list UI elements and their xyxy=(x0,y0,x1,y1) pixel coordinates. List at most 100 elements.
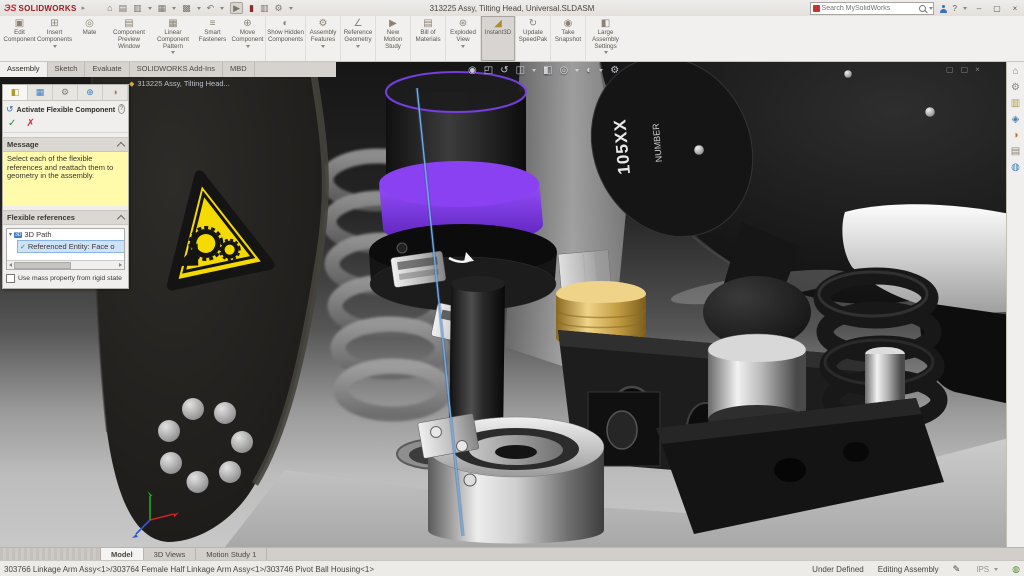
options-gear-icon[interactable]: ⚙ xyxy=(275,3,283,13)
assembly-features-button[interactable]: ⚙ Assembly Features xyxy=(305,16,340,61)
insert-components-button[interactable]: ⊞ Insert Components xyxy=(37,16,72,61)
mate-button[interactable]: ◎ Mate xyxy=(72,16,107,61)
zoom-to-fit-icon[interactable]: ◉ xyxy=(468,65,477,76)
user-account-icon[interactable] xyxy=(940,9,947,13)
help-icon[interactable]: ? xyxy=(953,4,957,13)
ok-button[interactable]: ✓ xyxy=(8,118,16,129)
take-snapshot-button[interactable]: ◉ Take Snapshot xyxy=(550,16,585,61)
close-button[interactable]: × xyxy=(1009,4,1021,13)
search-box[interactable] xyxy=(810,2,934,15)
doc-close-icon[interactable]: × xyxy=(975,65,980,74)
help-circle-icon[interactable]: ? xyxy=(118,104,125,114)
dropdown-caret-icon[interactable] xyxy=(604,51,608,54)
view-settings-icon[interactable]: ⚙ xyxy=(610,65,619,76)
tree-node-referenced-entity[interactable]: ✓ Referenced Entity: Face o xyxy=(17,240,125,253)
unit-system-label[interactable]: IPS xyxy=(976,565,989,574)
featuremanager-tree-tab-icon[interactable]: ◧ xyxy=(3,85,28,100)
previous-view-icon[interactable]: ↺ xyxy=(500,65,508,76)
new-document-icon[interactable]: ▤ xyxy=(119,3,128,13)
home-icon[interactable]: ⌂ xyxy=(107,3,112,13)
dropdown-caret-icon[interactable] xyxy=(461,45,465,48)
graphics-viewport[interactable]: 105XX NUMBER xyxy=(0,62,1024,547)
status-globe-icon[interactable]: ◍ xyxy=(1012,564,1020,575)
scrollbar-thumb[interactable] xyxy=(14,262,71,269)
show-hidden-components-button[interactable]: ◐ Show Hidden Components xyxy=(265,16,305,61)
menu-flyout-icon[interactable]: ▸ xyxy=(82,4,86,12)
section-view-icon[interactable]: ◫ xyxy=(516,65,525,76)
tree-node-path[interactable]: ▾ 3D 3D Path xyxy=(7,229,124,240)
restore-button[interactable]: ▢ xyxy=(991,4,1003,13)
print-icon[interactable]: ▩ xyxy=(182,3,191,13)
file-explorer-icon[interactable]: ◈ xyxy=(1012,114,1020,125)
reference-geometry-button[interactable]: ∠ Reference Geometry xyxy=(340,16,375,61)
displaymanager-tab-icon[interactable]: ◑ xyxy=(103,85,128,100)
markup-icon[interactable]: ▮ xyxy=(249,3,254,13)
move-component-button[interactable]: ⊕ Move Component xyxy=(230,16,265,61)
custom-properties-icon[interactable]: ▤ xyxy=(1011,146,1020,157)
update-speedpak-button[interactable]: ↻ Update SpeedPak xyxy=(515,16,550,61)
configurationmanager-tab-icon[interactable]: ⚙ xyxy=(53,85,78,100)
mass-property-checkbox[interactable] xyxy=(6,274,15,283)
dropdown-caret-icon[interactable] xyxy=(532,69,536,72)
mass-property-option[interactable]: Use mass property from rigid state xyxy=(3,270,128,288)
dropdown-caret-icon[interactable] xyxy=(575,69,579,72)
dropdown-caret-icon[interactable] xyxy=(53,45,57,48)
scroll-right-icon[interactable] xyxy=(119,263,122,267)
options-caret-icon[interactable] xyxy=(289,7,293,10)
dropdown-caret-icon[interactable] xyxy=(321,45,325,48)
featuremanager-flyout-root[interactable]: ◆ 313225 Assy, Tilting Head... xyxy=(129,79,230,88)
edit-component-button[interactable]: ▣ Edit Component xyxy=(2,16,37,61)
new-motion-study-button[interactable]: ▶ New Motion Study xyxy=(375,16,410,61)
resources-gear-icon[interactable]: ⚙ xyxy=(1011,82,1020,93)
flexible-references-section-header[interactable]: Flexible references xyxy=(3,210,128,225)
doc-restore-icon[interactable]: ▢ xyxy=(946,65,954,74)
exploded-view-button[interactable]: ⊛ Exploded View xyxy=(445,16,480,61)
file-properties-icon[interactable]: ▥ xyxy=(260,3,269,13)
dropdown-caret-icon[interactable] xyxy=(356,45,360,48)
undo-caret-icon[interactable] xyxy=(220,7,224,10)
tree-expand-caret-icon[interactable]: ▾ xyxy=(9,231,12,238)
dropdown-caret-icon[interactable] xyxy=(599,69,603,72)
tab-evaluate[interactable]: Evaluate xyxy=(85,62,129,77)
appearances-icon[interactable]: ◑ xyxy=(1012,130,1018,141)
help-caret-icon[interactable] xyxy=(963,7,967,10)
design-library-icon[interactable]: ▥ xyxy=(1011,98,1020,109)
search-input[interactable] xyxy=(811,5,916,12)
tab-assembly[interactable]: Assembly xyxy=(0,62,48,77)
open-caret-icon[interactable] xyxy=(148,7,152,10)
search-caret-icon[interactable] xyxy=(929,7,933,10)
dimxpertmanager-tab-icon[interactable]: ⊕ xyxy=(78,85,103,100)
undo-icon[interactable]: ↶ xyxy=(207,3,215,13)
dropdown-caret-icon[interactable] xyxy=(246,45,250,48)
message-section-header[interactable]: Message xyxy=(3,137,128,152)
smart-fasteners-button[interactable]: ≡ Smart Fasteners xyxy=(195,16,230,61)
display-style-icon[interactable]: ◎ xyxy=(559,65,568,76)
forum-globe-icon[interactable]: ◍ xyxy=(1011,162,1020,173)
collapse-chevron-icon[interactable] xyxy=(117,214,125,222)
component-preview-window-button[interactable]: ▤ Component Preview Window xyxy=(107,16,151,61)
home-tab-icon[interactable]: ⌂ xyxy=(1012,66,1018,77)
doc-minimize-icon[interactable]: ▢ xyxy=(961,65,969,74)
save-icon[interactable]: ▦ xyxy=(158,3,167,13)
bill-of-materials-button[interactable]: ▤ Bill of Materials xyxy=(410,16,445,61)
search-icon[interactable] xyxy=(919,5,926,12)
flexible-references-list[interactable]: ▾ 3D 3D Path ✓ Referenced Entity: Face o xyxy=(6,228,125,270)
hide-show-items-icon[interactable]: ◐ xyxy=(586,65,592,76)
save-caret-icon[interactable] xyxy=(172,7,176,10)
rebuild-icon[interactable]: ▶ xyxy=(230,2,243,14)
collapse-chevron-icon[interactable] xyxy=(117,141,125,149)
view-orientation-icon[interactable]: ◧ xyxy=(543,65,552,76)
minimize-button[interactable]: – xyxy=(973,4,985,13)
cancel-button[interactable]: ✗ xyxy=(26,118,34,129)
print-caret-icon[interactable] xyxy=(197,7,201,10)
horizontal-scrollbar[interactable] xyxy=(7,260,124,269)
scroll-left-icon[interactable] xyxy=(9,263,12,267)
propertymanager-tab-icon[interactable]: ▦ xyxy=(28,85,53,100)
instant3d-button[interactable]: ◢ Instant3D xyxy=(480,16,515,61)
open-icon[interactable]: ▥ xyxy=(133,3,142,13)
zoom-to-area-icon[interactable]: ◰ xyxy=(484,65,493,76)
tab-sketch[interactable]: Sketch xyxy=(48,62,86,77)
large-assembly-settings-button[interactable]: ◧ Large Assembly Settings xyxy=(585,16,625,61)
linear-component-pattern-button[interactable]: ▦ Linear Component Pattern xyxy=(151,16,195,61)
tab-solidworks-add-ins[interactable]: SOLIDWORKS Add-Ins xyxy=(130,62,223,77)
